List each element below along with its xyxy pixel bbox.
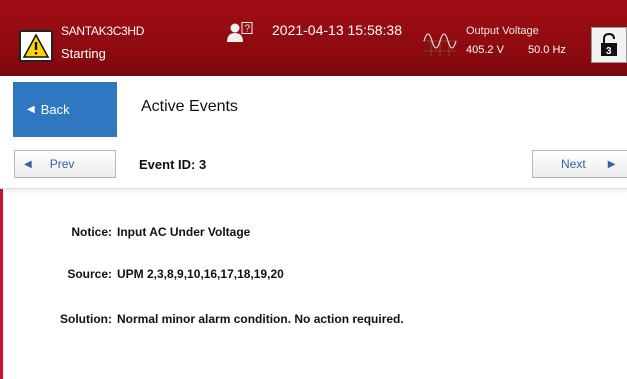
status-header: SANTAK3C3HD Starting ? 2021-04-13 15:58:… (0, 0, 627, 76)
notice-value: Input AC Under Voltage (117, 225, 251, 239)
prev-button[interactable]: ◀ Prev (14, 150, 116, 178)
back-label: Back (40, 102, 70, 117)
lock-digit: 3 (606, 46, 612, 57)
notice-label: Notice: (71, 225, 112, 239)
left-arrow-icon: ◀ (24, 158, 32, 170)
lock-button[interactable]: 3 (591, 27, 627, 63)
page-title: Active Events (141, 98, 238, 115)
source-value: UPM 2,3,8,9,10,16,17,18,19,20 (117, 267, 284, 281)
right-arrow-icon: ▶ (607, 158, 616, 170)
back-button[interactable]: ◀ Back (13, 82, 117, 137)
event-id: Event ID: 3 (139, 157, 207, 172)
user-badge: ? (245, 24, 251, 35)
solution-value: Normal minor alarm condition. No action … (117, 312, 404, 326)
source-label: Source: (67, 267, 112, 281)
output-voltage-label: Output Voltage (466, 25, 539, 37)
sine-wave-icon (423, 33, 457, 56)
user-icon[interactable]: ? (226, 22, 254, 44)
warning-icon (23, 34, 49, 58)
output-frequency-value: 50.0 Hz (528, 44, 566, 56)
output-voltage-value: 405.2 V (466, 44, 504, 56)
alarm-status-button[interactable] (19, 30, 53, 62)
next-button[interactable]: Next ▶ (532, 150, 627, 178)
device-name: SANTAK3C3HD (61, 24, 145, 38)
prev-label: Prev (49, 157, 75, 171)
solution-label: Solution: (60, 312, 112, 326)
lock-icon: 3 (601, 33, 617, 57)
device-state: Starting (61, 46, 106, 61)
next-label: Next (561, 157, 586, 171)
left-arrow-icon: ◀ (27, 104, 35, 115)
datetime: 2021-04-13 15:58:38 (272, 22, 402, 38)
